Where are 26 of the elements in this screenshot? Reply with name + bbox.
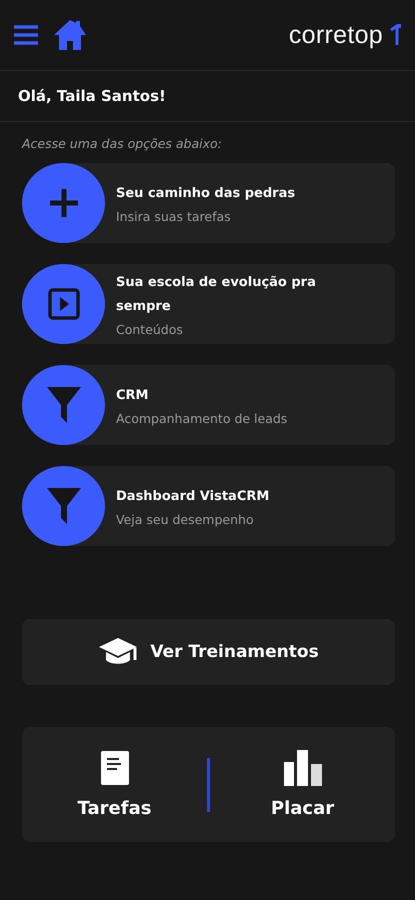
logo-text: corretop (288, 20, 383, 50)
home-button[interactable] (53, 19, 87, 51)
option-subtitle: Veja seu desempenho (116, 512, 255, 527)
option-title: Sua escola de evolução pra sempre (116, 274, 317, 316)
option-card[interactable]: Dashboard VistaCRM Veja seu desempenho (22, 466, 395, 546)
option-subtitle: Conteúdos (116, 322, 184, 337)
option-subtitle: Acompanhamento de leads (116, 411, 288, 426)
funnel-icon (46, 386, 82, 424)
bar-chart-icon (284, 750, 322, 786)
greeting-text: Olá, Taila Santos! (0, 71, 415, 122)
bottom-action-button[interactable]: Tarefas (22, 749, 207, 820)
option-card[interactable]: Sua escola de evolução pra sempre Conteúdos (22, 264, 395, 344)
option-subtitle: Insira suas tarefas (116, 209, 232, 224)
training-button[interactable]: Ver Treinamentos (22, 619, 395, 685)
menu-button[interactable] (13, 24, 39, 46)
option-title: Dashboard VistaCRM (116, 488, 270, 506)
bottom-action-button[interactable]: Placar (210, 749, 395, 820)
option-card[interactable]: CRM Acompanhamento de leads (22, 365, 395, 445)
option-title: Seu caminho das pedras (116, 185, 296, 203)
document-icon (100, 750, 130, 786)
instruction-text: Acesse uma das opções abaixo: (20, 135, 223, 153)
option-title: CRM (116, 387, 150, 405)
option-card[interactable]: Seu caminho das pedras Insira suas tarefas (22, 163, 395, 243)
play-icon (48, 288, 80, 320)
funnel-icon (46, 487, 82, 525)
logo-icon (389, 24, 401, 46)
